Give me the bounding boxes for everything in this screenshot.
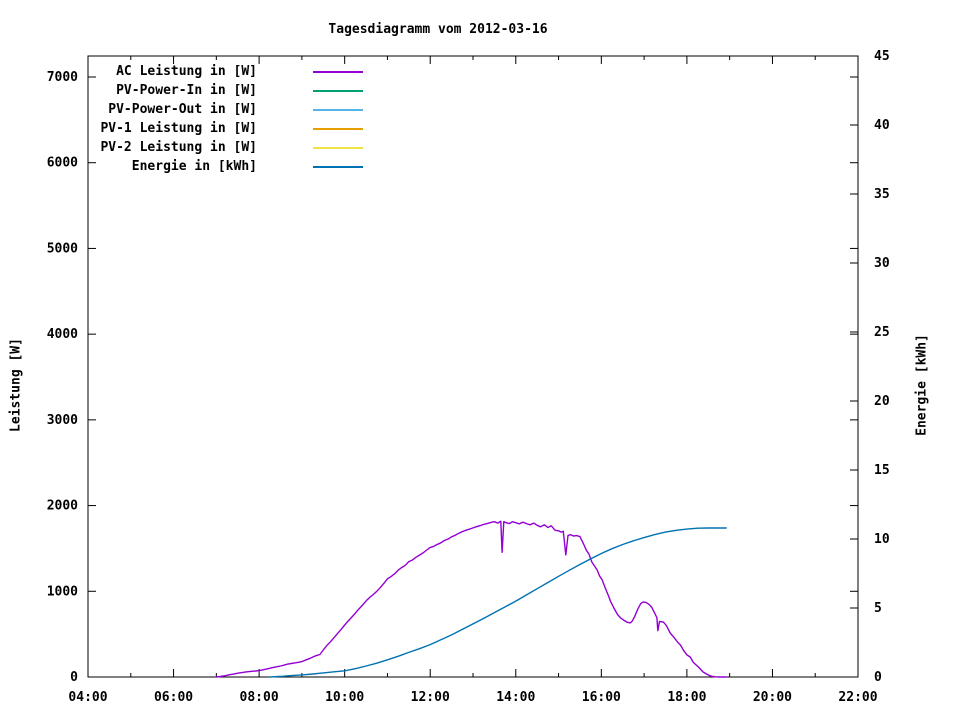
y2-tick-label: 35 (874, 187, 890, 202)
y2-tick-label: 45 (874, 49, 890, 64)
x-tick-label: 08:00 (240, 690, 279, 705)
x-tick-label: 14:00 (496, 690, 535, 705)
x-tick-label: 18:00 (667, 690, 706, 705)
legend-label: PV-2 Leistung in [W] (87, 140, 257, 155)
y-tick-label: 0 (70, 670, 78, 685)
legend-color-line (313, 147, 363, 149)
legend-color-line (313, 166, 363, 168)
x-tick-label: 06:00 (154, 690, 193, 705)
x-tick-label: 20:00 (753, 690, 792, 705)
y-tick-label: 5000 (47, 241, 78, 256)
x-tick-label: 04:00 (68, 690, 107, 705)
legend-label: Energie in [kWh] (87, 159, 257, 174)
legend-item-pv1-leistung: PV-1 Leistung in [W] (87, 119, 363, 138)
y-tick-label: 6000 (47, 156, 78, 171)
y-tick-label: 1000 (47, 584, 78, 599)
legend-item-pv2-leistung: PV-2 Leistung in [W] (87, 138, 363, 157)
legend-label: PV-Power-Out in [W] (87, 102, 257, 117)
y2-tick-label: 25 (874, 325, 890, 340)
y-tick-label: 2000 (47, 499, 78, 514)
y2-tick-label: 30 (874, 256, 890, 271)
y-tick-label: 4000 (47, 327, 78, 342)
y2-tick-label: 0 (874, 670, 882, 685)
legend-label: PV-Power-In in [W] (87, 83, 257, 98)
legend-item-pv-power-in: PV-Power-In in [W] (87, 81, 363, 100)
y-tick-label: 7000 (47, 70, 78, 85)
chart-canvas: Tagesdiagramm vom 2012-03-16 Leistung [W… (0, 0, 960, 720)
y2-tick-label: 40 (874, 118, 890, 133)
legend: AC Leistung in [W] PV-Power-In in [W] PV… (87, 62, 363, 176)
legend-item-ac-leistung: AC Leistung in [W] (87, 62, 363, 81)
legend-label: PV-1 Leistung in [W] (87, 121, 257, 136)
legend-color-line (313, 109, 363, 111)
legend-color-line (313, 128, 363, 130)
x-tick-label: 12:00 (411, 690, 450, 705)
y2-tick-label: 10 (874, 532, 890, 547)
legend-item-pv-power-out: PV-Power-Out in [W] (87, 100, 363, 119)
y2-tick-label: 15 (874, 463, 890, 478)
energy-curve (270, 528, 726, 677)
legend-item-energie: Energie in [kWh] (87, 157, 363, 176)
legend-label: AC Leistung in [W] (87, 64, 257, 79)
x-tick-label: 16:00 (582, 690, 621, 705)
x-tick-label: 10:00 (325, 690, 364, 705)
legend-color-line (313, 90, 363, 92)
y2-tick-label: 20 (874, 394, 890, 409)
legend-color-line (313, 71, 363, 73)
y-tick-label: 3000 (47, 413, 78, 428)
x-tick-label: 22:00 (838, 690, 877, 705)
ac-power-curve (216, 521, 726, 677)
y2-tick-label: 5 (874, 601, 882, 616)
